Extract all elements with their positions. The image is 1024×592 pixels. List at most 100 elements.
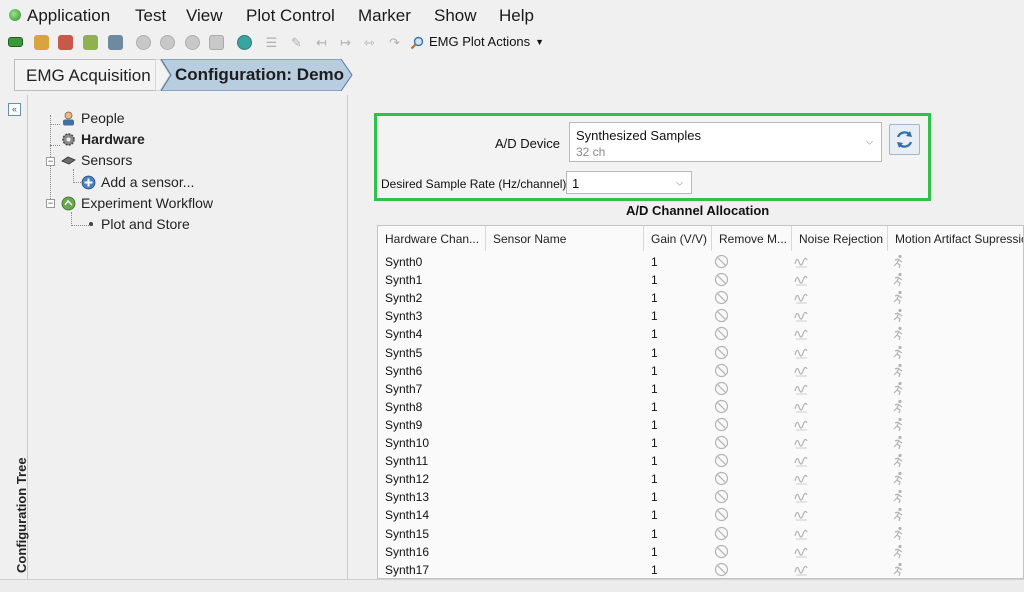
gain-cell[interactable]: 1 — [651, 527, 658, 541]
noise-rejection-icon[interactable] — [794, 489, 809, 504]
column-header-sensor-name[interactable]: Sensor Name — [486, 226, 644, 251]
noise-rejection-icon[interactable] — [794, 526, 809, 541]
tree-item-plot-and-store[interactable]: Plot and Store — [89, 216, 190, 232]
breadcrumb-configuration-demo[interactable]: Configuration: Demo — [161, 59, 351, 91]
gain-cell[interactable]: 1 — [651, 472, 658, 486]
motion-artifact-icon[interactable] — [891, 345, 906, 360]
remove-mean-icon[interactable] — [714, 489, 729, 504]
motion-artifact-icon[interactable] — [891, 254, 906, 269]
table-row[interactable]: Synth1 1 — [378, 271, 1023, 289]
table-row[interactable]: Synth5 1 — [378, 344, 1023, 362]
sensors-icon[interactable] — [58, 35, 73, 50]
tree-item-hardware[interactable]: Hardware — [61, 131, 145, 147]
motion-artifact-icon[interactable] — [891, 399, 906, 414]
noise-rejection-icon[interactable] — [794, 417, 809, 432]
emg-plot-actions-button[interactable]: EMG Plot Actions ▼ — [429, 34, 544, 49]
table-row[interactable]: Synth10 1 — [378, 434, 1023, 452]
column-header-gain[interactable]: Gain (V/V) — [644, 226, 712, 251]
remove-mean-icon[interactable] — [714, 381, 729, 396]
gain-cell[interactable]: 1 — [651, 309, 658, 323]
motion-artifact-icon[interactable] — [891, 326, 906, 341]
gain-cell[interactable]: 1 — [651, 327, 658, 341]
remove-mean-icon[interactable] — [714, 507, 729, 522]
motion-artifact-icon[interactable] — [891, 526, 906, 541]
collapse-icon[interactable]: « — [8, 103, 21, 116]
remove-mean-icon[interactable] — [714, 526, 729, 541]
motion-artifact-icon[interactable] — [891, 308, 906, 323]
expand-icon[interactable]: ⇿ — [362, 35, 377, 50]
table-row[interactable]: Synth2 1 — [378, 289, 1023, 307]
menu-test[interactable]: Test — [135, 6, 166, 26]
noise-rejection-icon[interactable] — [794, 507, 809, 522]
people-icon[interactable] — [34, 35, 49, 50]
motion-artifact-icon[interactable] — [891, 471, 906, 486]
refresh-devices-button[interactable] — [889, 124, 920, 155]
table-row[interactable]: Synth12 1 — [378, 470, 1023, 488]
table-row[interactable]: Synth4 1 — [378, 325, 1023, 343]
emg-icon[interactable] — [8, 37, 23, 47]
noise-rejection-icon[interactable] — [794, 308, 809, 323]
ad-device-select[interactable]: Synthesized Samples 32 ch ⌵ — [569, 122, 882, 162]
menu-help[interactable]: Help — [499, 6, 534, 26]
gain-cell[interactable]: 1 — [651, 364, 658, 378]
breadcrumb-emg-acquisition[interactable]: EMG Acquisition — [14, 59, 160, 91]
remove-mean-icon[interactable] — [714, 399, 729, 414]
motion-artifact-icon[interactable] — [891, 544, 906, 559]
gain-cell[interactable]: 1 — [651, 291, 658, 305]
gain-cell[interactable]: 1 — [651, 454, 658, 468]
motion-artifact-icon[interactable] — [891, 489, 906, 504]
redo-icon[interactable]: ↷ — [387, 35, 402, 50]
gain-cell[interactable]: 1 — [651, 490, 658, 504]
gain-cell[interactable]: 1 — [651, 255, 658, 269]
table-row[interactable]: Synth3 1 — [378, 307, 1023, 325]
noise-rejection-icon[interactable] — [794, 272, 809, 287]
table-row[interactable]: Synth6 1 — [378, 362, 1023, 380]
step-forward-icon[interactable]: ↦ — [338, 35, 353, 50]
gain-cell[interactable]: 1 — [651, 436, 658, 450]
noise-rejection-icon[interactable] — [794, 453, 809, 468]
table-row[interactable]: Synth9 1 — [378, 416, 1023, 434]
menu-marker[interactable]: Marker — [358, 6, 411, 26]
noise-rejection-icon[interactable] — [794, 435, 809, 450]
sensors-expander-icon[interactable]: − — [46, 157, 55, 166]
noise-rejection-icon[interactable] — [794, 345, 809, 360]
menu-plot-control[interactable]: Plot Control — [246, 6, 335, 26]
noise-rejection-icon[interactable] — [794, 544, 809, 559]
remove-mean-icon[interactable] — [714, 308, 729, 323]
remove-mean-icon[interactable] — [714, 290, 729, 305]
record-icon[interactable] — [160, 35, 175, 50]
noise-rejection-icon[interactable] — [794, 254, 809, 269]
table-row[interactable]: Synth8 1 — [378, 398, 1023, 416]
motion-artifact-icon[interactable] — [891, 417, 906, 432]
noise-rejection-icon[interactable] — [794, 290, 809, 305]
list-icon[interactable]: ☰ — [264, 35, 279, 50]
gain-cell[interactable]: 1 — [651, 563, 658, 577]
table-row[interactable]: Synth14 1 — [378, 506, 1023, 524]
remove-mean-icon[interactable] — [714, 254, 729, 269]
stop-icon[interactable] — [185, 35, 200, 50]
table-row[interactable]: Synth7 1 — [378, 380, 1023, 398]
table-row[interactable]: Synth11 1 — [378, 452, 1023, 470]
noise-rejection-icon[interactable] — [794, 399, 809, 414]
noise-rejection-icon[interactable] — [794, 381, 809, 396]
remove-mean-icon[interactable] — [714, 363, 729, 378]
gain-cell[interactable]: 1 — [651, 346, 658, 360]
remove-mean-icon[interactable] — [714, 544, 729, 559]
noise-rejection-icon[interactable] — [794, 562, 809, 577]
motion-artifact-icon[interactable] — [891, 272, 906, 287]
column-header-hardware-channel[interactable]: Hardware Chan... — [378, 226, 486, 251]
tree-item-add-sensor[interactable]: Add a sensor... — [81, 174, 194, 190]
workflow-expander-icon[interactable]: − — [46, 199, 55, 208]
gain-cell[interactable]: 1 — [651, 400, 658, 414]
column-header-remove-mean[interactable]: Remove M... — [712, 226, 792, 251]
gain-cell[interactable]: 1 — [651, 418, 658, 432]
magnifier-icon[interactable] — [410, 36, 424, 50]
gain-cell[interactable]: 1 — [651, 508, 658, 522]
motion-artifact-icon[interactable] — [891, 562, 906, 577]
workflow-icon[interactable] — [83, 35, 98, 50]
snapshot-icon[interactable] — [209, 35, 224, 50]
monitor-icon[interactable] — [108, 35, 123, 50]
tree-item-people[interactable]: People — [61, 110, 125, 126]
noise-rejection-icon[interactable] — [794, 326, 809, 341]
noise-rejection-icon[interactable] — [794, 363, 809, 378]
